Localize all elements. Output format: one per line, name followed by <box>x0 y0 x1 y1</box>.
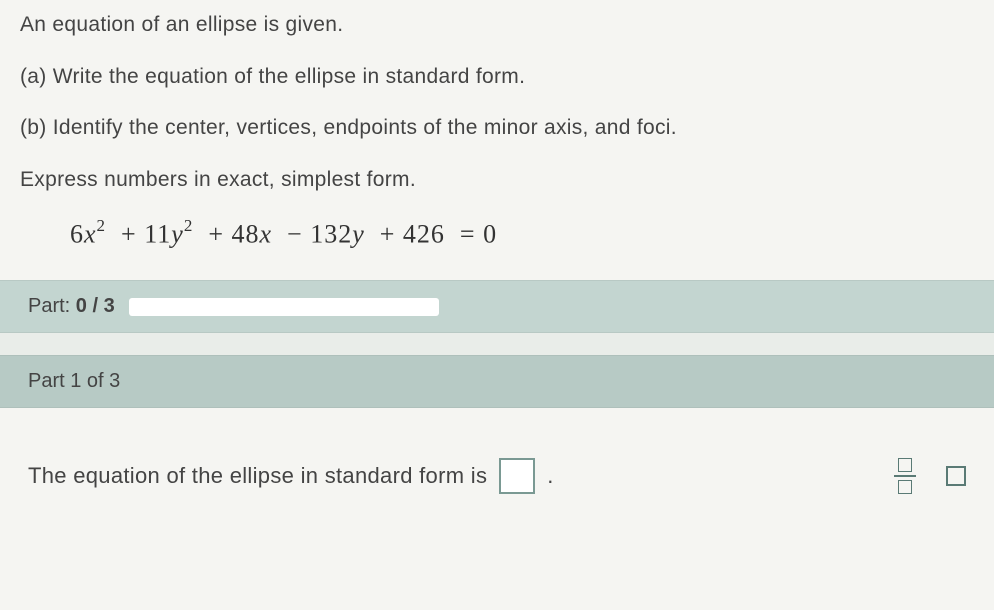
part-1-body: The equation of the ellipse in standard … <box>0 408 994 504</box>
problem-part-a: (a) Write the equation of the ellipse in… <box>20 60 974 94</box>
section-spacer <box>0 333 994 355</box>
part-1-prompt: The equation of the ellipse in standard … <box>28 463 487 489</box>
problem-intro: An equation of an ellipse is given. <box>20 8 974 42</box>
progress-section: Part: 0 / 3 <box>0 280 994 333</box>
problem-statement: An equation of an ellipse is given. (a) … <box>20 8 974 196</box>
problem-part-b: (b) Identify the center, vertices, endpo… <box>20 111 974 145</box>
answer-input[interactable] <box>499 458 535 494</box>
progress-label: Part: 0 / 3 <box>28 295 115 318</box>
fraction-template-icon[interactable] <box>894 458 916 494</box>
period-text: . <box>547 463 553 489</box>
box-template-icon[interactable] <box>946 466 966 486</box>
progress-track <box>129 298 439 316</box>
part-1-header: Part 1 of 3 <box>0 355 994 408</box>
problem-instruction: Express numbers in exact, simplest form. <box>20 163 974 197</box>
equation-display: 6x2 + 11y2 + 48x − 132y + 426 = 0 <box>70 218 974 250</box>
